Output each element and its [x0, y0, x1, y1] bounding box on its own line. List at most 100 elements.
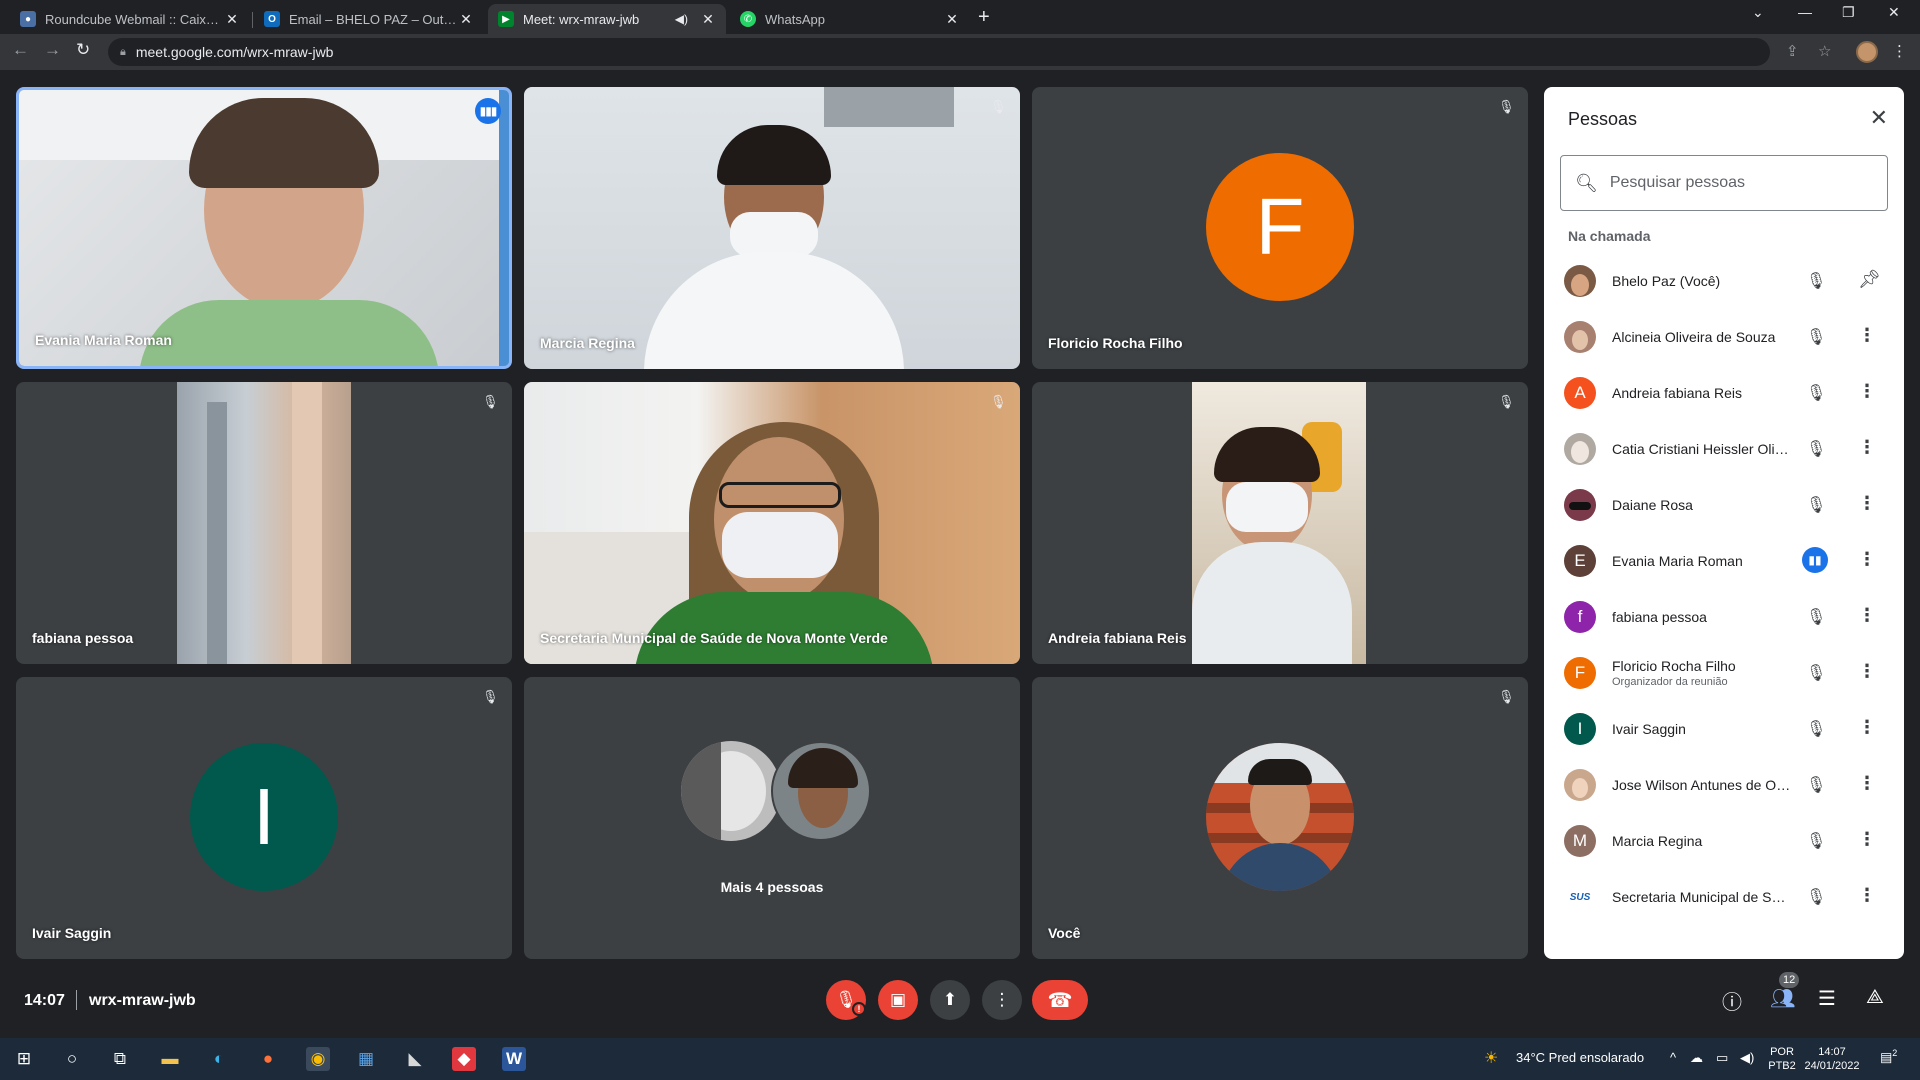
weather-text[interactable]: 34°C Pred ensolarado [1516, 1050, 1644, 1065]
tray-expand-icon[interactable]: ^ [1670, 1050, 1676, 1065]
mic-off-icon[interactable]: 🎙︎ [1806, 439, 1826, 459]
participant-row[interactable]: F Floricio Rocha Filho Organizador da re… [1544, 645, 1904, 701]
activities-icon[interactable]: ⟁ [1866, 986, 1884, 1009]
new-tab-icon[interactable]: + [978, 6, 990, 29]
close-icon[interactable]: ✕ [944, 11, 960, 28]
participant-row[interactable]: Alcineia Oliveira de Souza 🎙︎ ⋮ [1544, 309, 1904, 365]
volume-icon[interactable]: ◀) [1740, 1050, 1754, 1066]
leave-call-button[interactable]: ☎ [1032, 980, 1088, 1020]
network-icon[interactable]: ☁ [1690, 1050, 1703, 1066]
participant-tile[interactable]: I 🎙︎ Ivair Saggin [16, 677, 512, 959]
participant-tile[interactable]: 🎙︎ fabiana pessoa [16, 382, 512, 664]
close-icon[interactable]: ✕ [458, 11, 474, 28]
pin-icon[interactable]: 📌︎ [1858, 269, 1881, 290]
mic-off-icon[interactable]: 🎙︎ [1806, 775, 1826, 795]
back-icon[interactable]: ← [12, 40, 29, 60]
address-bar[interactable]: 🔒︎ meet.google.com/wrx-mraw-jwb [108, 38, 1770, 66]
meeting-code[interactable]: wrx-mraw-jwb [89, 992, 196, 1010]
app-icon[interactable]: ◣ [403, 1047, 427, 1071]
task-view-icon[interactable]: ⧉ [108, 1047, 132, 1071]
mic-off-icon[interactable]: 🎙︎ [1806, 663, 1826, 683]
mic-off-icon[interactable]: 🎙︎ [1806, 383, 1826, 403]
meeting-info-icon[interactable]: ⓘ [1722, 986, 1742, 1015]
close-icon[interactable]: ✕ [224, 11, 240, 28]
menu-dots-icon[interactable]: ⋮ [1892, 42, 1907, 60]
mic-off-icon[interactable]: 🎙︎ [1806, 271, 1826, 291]
tab-meet[interactable]: ▶ Meet: wrx-mraw-jwb ◀) ✕ [488, 4, 726, 34]
file-explorer-icon[interactable]: ▬ [158, 1047, 182, 1071]
mic-off-icon[interactable]: 🎙︎ [1806, 887, 1826, 907]
restore-icon[interactable]: ❐ [1842, 4, 1855, 21]
participant-row[interactable]: A Andreia fabiana Reis 🎙︎ ⋮ [1544, 365, 1904, 421]
panel-title: Pessoas [1568, 109, 1638, 129]
more-vert-icon[interactable]: ⋮ [1858, 437, 1876, 458]
participant-row[interactable]: SUS Secretaria Municipal de Saúde 🎙︎ ⋮ [1544, 869, 1904, 925]
notification-icon[interactable]: ▤2 [1880, 1048, 1897, 1065]
firefox-icon[interactable]: ● [256, 1047, 280, 1071]
participant-tile[interactable]: ▮▮▮ Evania Maria Roman [16, 87, 512, 369]
participant-row[interactable]: f fabiana pessoa 🎙︎ ⋮ [1544, 589, 1904, 645]
weather-icon[interactable]: ☀ [1484, 1048, 1498, 1068]
participant-row[interactable]: Bhelo Paz (Você) 🎙︎ 📌︎ [1544, 253, 1904, 309]
anydesk-icon[interactable]: ◆ [452, 1047, 476, 1071]
bookmark-star-icon[interactable]: ☆ [1818, 42, 1831, 60]
more-vert-icon[interactable]: ⋮ [1858, 773, 1876, 794]
mic-off-icon[interactable]: 🎙︎ [1806, 495, 1826, 515]
speaker-icon[interactable]: ◀) [675, 12, 688, 26]
mic-off-icon[interactable]: 🎙︎ [1806, 327, 1826, 347]
search-icon[interactable]: ○ [60, 1047, 84, 1071]
profile-avatar[interactable] [1856, 41, 1878, 63]
more-people-tile[interactable]: Mais 4 pessoas [524, 677, 1020, 959]
lock-icon[interactable]: 🔒︎ [120, 46, 126, 59]
mic-off-icon[interactable]: 🎙︎ [1806, 719, 1826, 739]
tab-whatsapp[interactable]: ✆ WhatsApp ✕ [730, 4, 970, 34]
mic-off-icon[interactable]: 🎙︎ [1806, 607, 1826, 627]
more-vert-icon[interactable]: ⋮ [1858, 717, 1876, 738]
more-vert-icon[interactable]: ⋮ [1858, 325, 1876, 346]
edge-icon[interactable]: ◐ [207, 1047, 231, 1071]
close-icon[interactable]: ✕ [700, 11, 716, 28]
more-vert-icon[interactable]: ⋮ [1858, 885, 1876, 906]
minimize-icon[interactable]: — [1798, 4, 1812, 20]
participant-row[interactable]: I Ivair Saggin 🎙︎ ⋮ [1544, 701, 1904, 757]
more-options-button[interactable]: ⋮ [982, 980, 1022, 1020]
more-vert-icon[interactable]: ⋮ [1858, 661, 1876, 682]
window-close-icon[interactable]: ✕ [1888, 4, 1900, 21]
participant-tile[interactable]: 🎙︎ Andreia fabiana Reis [1032, 382, 1528, 664]
self-tile[interactable]: 🎙︎ Você [1032, 677, 1528, 959]
participant-row[interactable]: Jose Wilson Antunes de Oliveira 🎙︎ ⋮ [1544, 757, 1904, 813]
more-vert-icon[interactable]: ⋮ [1858, 829, 1876, 850]
chrome-icon[interactable]: ◉ [306, 1047, 330, 1071]
participant-row[interactable]: E Evania Maria Roman ▮▮ ⋮ [1544, 533, 1904, 589]
participant-row[interactable]: M Marcia Regina 🎙︎ ⋮ [1544, 813, 1904, 869]
tab-search-icon[interactable]: ⌄ [1752, 4, 1764, 21]
mic-off-icon[interactable]: 🎙︎ [1806, 831, 1826, 851]
more-vert-icon[interactable]: ⋮ [1858, 549, 1876, 570]
forward-icon[interactable]: → [44, 40, 61, 60]
windows-start-icon[interactable]: ⊞ [12, 1047, 36, 1071]
word-icon[interactable]: W [502, 1047, 526, 1071]
people-search[interactable]: 🔍︎ [1560, 155, 1888, 211]
participant-tile[interactable]: F 🎙︎ Floricio Rocha Filho [1032, 87, 1528, 369]
chat-icon[interactable]: ☰ [1818, 986, 1836, 1011]
participant-tile[interactable]: 🎙︎ Marcia Regina [524, 87, 1020, 369]
store-icon[interactable]: ▦ [354, 1047, 378, 1071]
search-input[interactable] [1609, 174, 1880, 192]
more-vert-icon[interactable]: ⋮ [1858, 493, 1876, 514]
more-vert-icon[interactable]: ⋮ [1858, 605, 1876, 626]
participant-tile[interactable]: 🎙︎ Secretaria Municipal de Saúde de Nova… [524, 382, 1020, 664]
tab-outlook[interactable]: O Email – BHELO PAZ – Outlook ✕ [254, 4, 484, 34]
share-icon[interactable]: ⇪ [1786, 42, 1799, 60]
camera-toggle-button[interactable]: ▣ [878, 980, 918, 1020]
tab-roundcube[interactable]: ● Roundcube Webmail :: Caixa de entrada … [10, 4, 250, 34]
language-indicator[interactable]: POR PTB2 [1764, 1045, 1800, 1073]
reload-icon[interactable]: ↻ [76, 40, 90, 60]
display-icon[interactable]: ▭ [1716, 1050, 1728, 1066]
participant-row[interactable]: Daiane Rosa 🎙︎ ⋮ [1544, 477, 1904, 533]
participant-row[interactable]: Catia Cristiani Heissler Oliveira 🎙︎ ⋮ [1544, 421, 1904, 477]
present-screen-button[interactable]: ⬆ [930, 980, 970, 1020]
system-clock[interactable]: 14:07 24/01/2022 [1800, 1045, 1864, 1073]
people-icon[interactable]: 👥︎ [1770, 986, 1795, 1011]
close-icon[interactable]: ✕ [1870, 105, 1888, 131]
more-vert-icon[interactable]: ⋮ [1858, 381, 1876, 402]
